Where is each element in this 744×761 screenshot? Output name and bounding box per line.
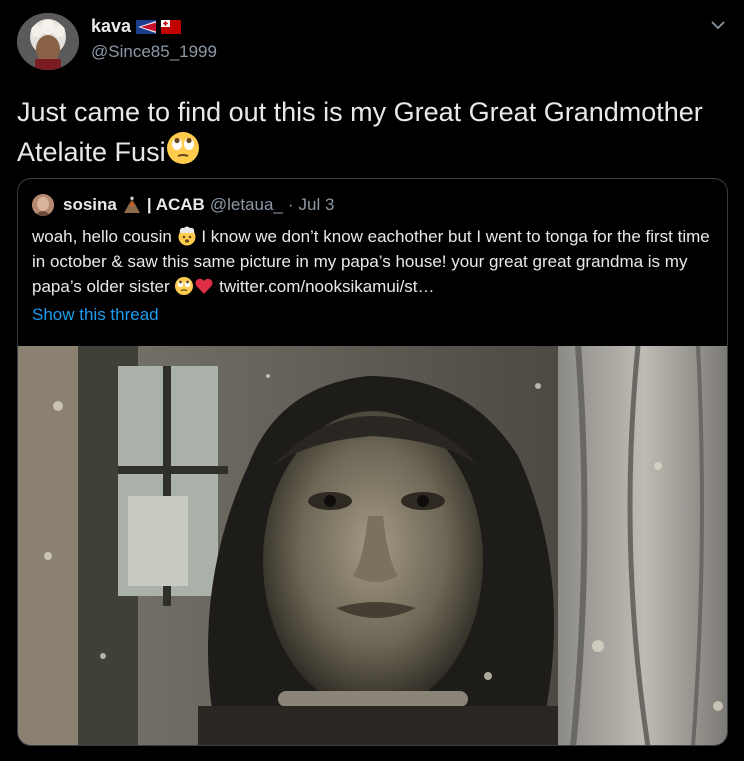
user-display-name[interactable]: kava: [91, 16, 182, 37]
quoted-tweet-photo[interactable]: [18, 346, 727, 745]
quoted-link[interactable]: twitter.com/nooksikamui/st…: [219, 277, 434, 296]
red-heart-icon: [194, 276, 214, 296]
quoted-user-avatar[interactable]: [32, 194, 54, 216]
display-name-text: kava: [91, 16, 132, 36]
quoted-tweet[interactable]: sosina | ACAB @letaua_ · Jul 3 woah, hel…: [17, 178, 728, 746]
quoted-handle[interactable]: @letaua_: [210, 195, 283, 215]
flag-tonga-icon: [161, 19, 182, 34]
tweet-text: Just came to find out this is my Great G…: [17, 94, 717, 171]
volcano-icon: [122, 196, 142, 214]
face-with-rolling-eyes-small-icon: [174, 276, 194, 296]
tweet-text-body: Just came to find out this is my Great G…: [17, 97, 703, 167]
flag-american-samoa-icon: [136, 19, 157, 34]
user-handle[interactable]: @Since85_1999: [91, 42, 217, 62]
face-with-rolling-eyes-icon: [166, 131, 200, 165]
quoted-display-name[interactable]: sosina: [63, 195, 117, 215]
exploding-head-icon: [177, 226, 197, 246]
quoted-tweet-text: woah, hello cousin I know we don’t know …: [32, 224, 722, 299]
quoted-tweet-header: sosina | ACAB @letaua_ · Jul 3: [63, 195, 334, 215]
separator-dot: ·: [287, 195, 294, 214]
user-avatar[interactable]: [17, 13, 79, 70]
show-thread-link[interactable]: Show this thread: [32, 305, 159, 325]
quoted-text-part1: woah, hello cousin: [32, 227, 172, 246]
quoted-display-name-suffix: | ACAB: [146, 195, 205, 214]
chevron-down-icon[interactable]: [708, 15, 728, 35]
quoted-date[interactable]: Jul 3: [299, 195, 335, 215]
tweet: kava @Since85_1999 Just came to find out…: [0, 0, 744, 761]
